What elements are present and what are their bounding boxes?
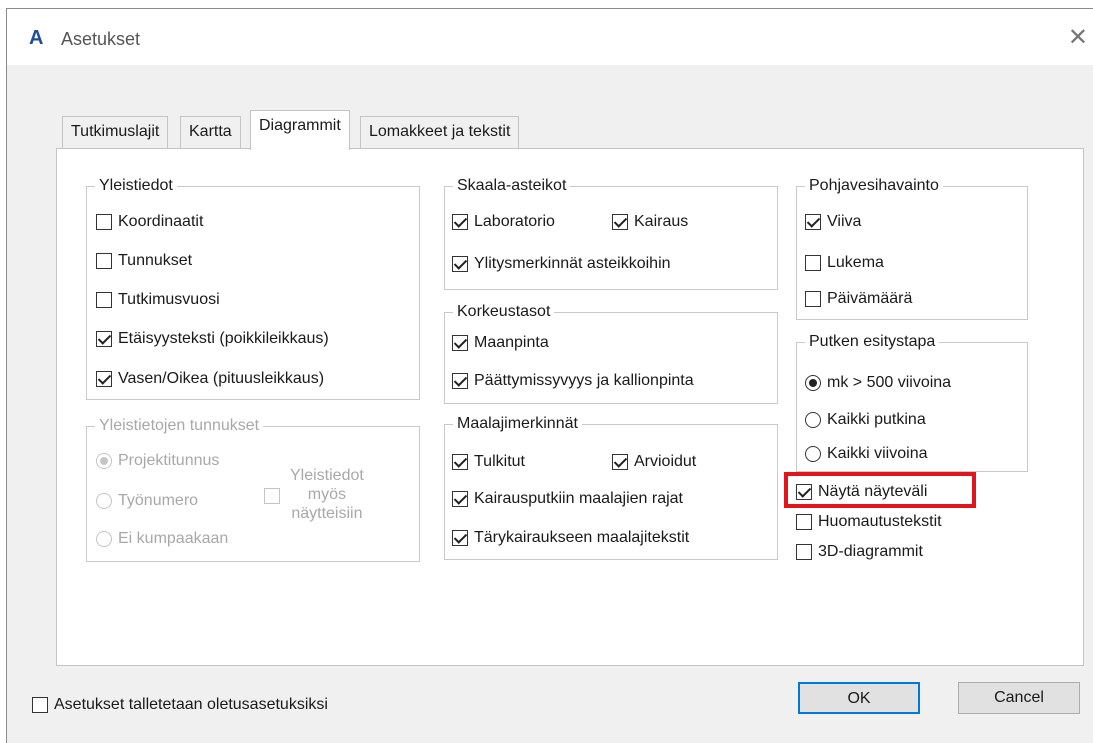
tab-kartta[interactable]: Kartta bbox=[180, 116, 241, 148]
app-logo-icon: A bbox=[29, 27, 44, 49]
checkbox-ylitysmerkinnat[interactable]: Ylitysmerkinnät asteikkoihin bbox=[452, 254, 671, 274]
checkbox-huomautustekstit[interactable]: Huomautustekstit bbox=[796, 512, 942, 532]
close-icon[interactable]: ✕ bbox=[1068, 23, 1088, 52]
radio-kaikki-viivoina[interactable]: Kaikki viivoina bbox=[805, 444, 927, 464]
checkbox-etaisyysteksti[interactable]: Etäisyysteksti (poikkileikkaus) bbox=[96, 329, 329, 349]
window-title: Asetukset bbox=[61, 29, 141, 49]
group-legend: Korkeustasot bbox=[453, 302, 555, 322]
checkbox-paattymissyvyys[interactable]: Päättymissyvyys ja kallionpinta bbox=[452, 371, 694, 391]
checkbox-maanpinta[interactable]: Maanpinta bbox=[452, 333, 549, 353]
checkbox-save-defaults[interactable]: Asetukset talletetaan oletusasetuksiksi bbox=[32, 695, 328, 715]
radio-kaikki-putkina[interactable]: Kaikki putkina bbox=[805, 410, 926, 430]
checkbox-yleistiedot-nayttesiin-label: Yleistiedot myös näytteisiin bbox=[290, 467, 364, 522]
ok-button[interactable]: OK bbox=[798, 682, 920, 714]
group-legend: Yleistiedot bbox=[95, 176, 177, 196]
checkbox-tarykairaukseen[interactable]: Tärykairaukseen maalajitekstit bbox=[452, 528, 689, 548]
group-skaala-asteikot: Skaala-asteikot bbox=[444, 176, 778, 290]
radio-tyonumero[interactable]: Työnumero bbox=[96, 491, 198, 511]
checkbox-yleistiedot-nayttesiin[interactable] bbox=[264, 488, 286, 504]
radio-ei-kumpaakaan[interactable]: Ei kumpaakaan bbox=[96, 529, 228, 549]
checkbox-viiva[interactable]: Viiva bbox=[805, 212, 861, 232]
checkbox-kairausputkiin[interactable]: Kairausputkiin maalajien rajat bbox=[452, 489, 683, 509]
tab-tutkimuslajit[interactable]: Tutkimuslajit bbox=[62, 116, 169, 148]
checkbox-koordinaatit[interactable]: Koordinaatit bbox=[96, 212, 203, 232]
checkbox-nayta-nayteväli[interactable]: Näytä näyteväli bbox=[796, 482, 927, 502]
radio-projektitunnus[interactable]: Projektitunnus bbox=[96, 451, 219, 471]
radio-mk-500-viivoina[interactable]: mk > 500 viivoina bbox=[805, 373, 951, 393]
group-legend: Pohjavesihavainto bbox=[805, 176, 943, 196]
checkbox-kairaus[interactable]: Kairaus bbox=[612, 212, 688, 232]
checkbox-tulkitut[interactable]: Tulkitut bbox=[452, 452, 525, 472]
tab-diagrammit[interactable]: Diagrammit bbox=[250, 110, 350, 150]
checkbox-lukema[interactable]: Lukema bbox=[805, 253, 884, 273]
checkbox-vasen-oikea[interactable]: Vasen/Oikea (pituusleikkaus) bbox=[96, 369, 324, 389]
checkbox-3d-diagrammit[interactable]: 3D-diagrammit bbox=[796, 542, 923, 562]
title-bar: A Asetukset ✕ bbox=[7, 9, 1093, 65]
group-legend: Maalajimerkinnät bbox=[453, 414, 582, 434]
tab-lomakkeet-ja-tekstit[interactable]: Lomakkeet ja tekstit bbox=[360, 116, 520, 148]
checkbox-paivamaara[interactable]: Päivämäärä bbox=[805, 289, 912, 309]
checkbox-laboratorio[interactable]: Laboratorio bbox=[452, 212, 555, 232]
checkbox-tunnukset[interactable]: Tunnukset bbox=[96, 251, 192, 271]
checkbox-arvioidut[interactable]: Arvioidut bbox=[612, 452, 696, 472]
checkbox-tutkimusvuosi[interactable]: Tutkimusvuosi bbox=[96, 290, 220, 310]
group-legend: Putken esitystapa bbox=[805, 332, 940, 352]
group-legend: Yleistietojen tunnukset bbox=[95, 416, 264, 436]
cancel-button[interactable]: Cancel bbox=[958, 682, 1080, 714]
group-legend: Skaala-asteikot bbox=[453, 176, 571, 196]
